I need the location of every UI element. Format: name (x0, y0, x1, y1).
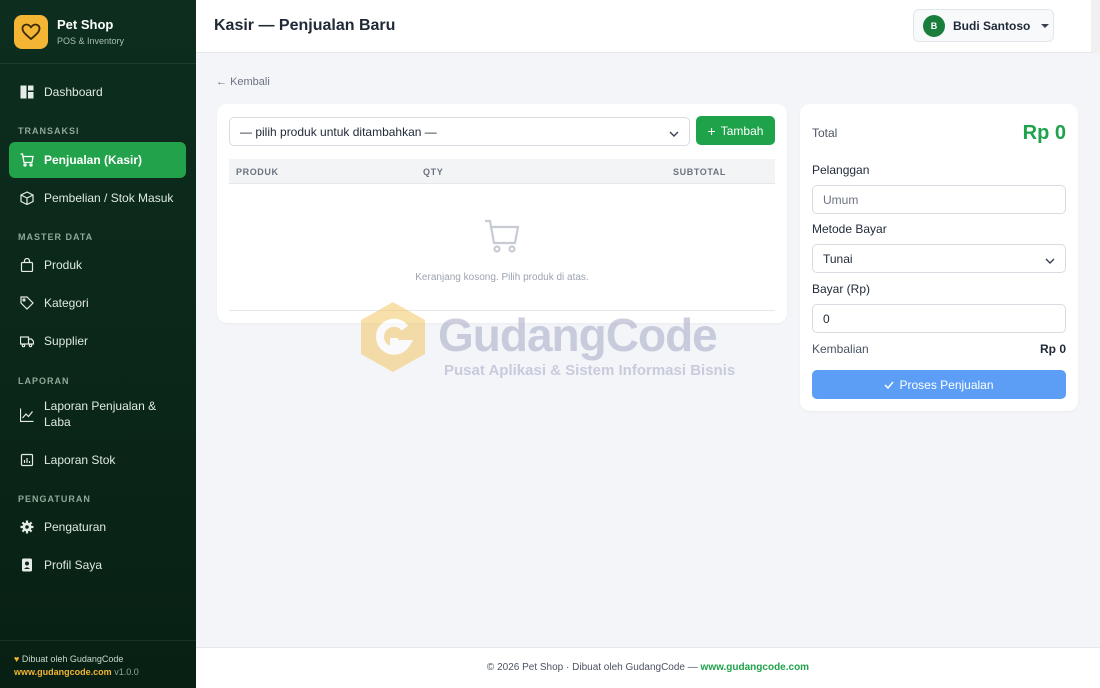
add-button[interactable]: + Tambah (696, 116, 775, 145)
sidebar-item-kategori[interactable]: Kategori (9, 289, 186, 317)
footer-site-link[interactable]: www.gudangcode.com (701, 662, 810, 673)
column-header-product: PRODUK (236, 167, 279, 177)
site-link[interactable]: www.gudangcode.com (14, 667, 112, 677)
sidebar-item-penjualan[interactable]: Penjualan (Kasir) (9, 142, 186, 178)
sidebar-item-laporan-stok[interactable]: Laporan Stok (9, 446, 186, 474)
sidebar: Pet Shop POS & Inventory Dashboard TRANS… (0, 0, 196, 688)
sidebar-item-label: Laporan Stok (44, 453, 116, 467)
sidebar-item-dashboard[interactable]: Dashboard (9, 78, 186, 106)
gear-icon (19, 519, 35, 535)
sidebar-item-label: Kategori (44, 296, 89, 310)
change-label: Kembalian (812, 342, 869, 356)
chevron-down-icon (669, 127, 679, 141)
summary-card: Total Rp 0 Pelanggan Umum Metode Bayar T… (800, 104, 1078, 411)
version-text: v1.0.0 (114, 667, 139, 677)
box-icon (19, 190, 35, 206)
page-title: Kasir — Penjualan Baru (214, 17, 396, 34)
check-icon (884, 378, 895, 392)
customer-label: Pelanggan (812, 163, 870, 177)
pay-amount-input[interactable]: 0 (812, 304, 1066, 333)
sidebar-footer: ♥ Dibuat oleh GudangCode www.gudangcode.… (0, 640, 196, 688)
process-sale-button[interactable]: Proses Penjualan (812, 370, 1066, 399)
customer-placeholder: Umum (823, 192, 859, 207)
heart-logo-icon (14, 14, 48, 49)
column-header-qty: QTY (423, 167, 444, 177)
sidebar-item-label: Profil Saya (44, 558, 103, 572)
line-chart-icon (19, 407, 35, 423)
dashboard-icon (19, 84, 35, 100)
empty-cart-icon (484, 219, 520, 258)
empty-cart-text: Keranjang kosong. Pilih produk di atas. (415, 272, 589, 283)
sidebar-item-label: Produk (44, 258, 83, 272)
user-menu-button[interactable]: B Budi Santoso (913, 9, 1054, 42)
sidebar-item-label: Supplier (44, 334, 89, 348)
sidebar-item-label: Penjualan (Kasir) (44, 153, 143, 167)
profile-icon (19, 557, 35, 573)
page-footer: © 2026 Pet Shop · Dibuat oleh GudangCode… (196, 647, 1100, 688)
topbar: Kasir — Penjualan Baru B Budi Santoso (196, 0, 1100, 53)
avatar: B (923, 14, 945, 37)
table-header: PRODUK QTY SUBTOTAL (229, 159, 775, 184)
truck-icon (19, 333, 35, 349)
section-title-pengaturan: PENGATURAN (18, 494, 91, 504)
section-title-laporan: LAPORAN (18, 376, 70, 386)
scrollbar[interactable] (1091, 0, 1100, 53)
sidebar-item-laporan-penjualan[interactable]: Laporan Penjualan & Laba (9, 398, 186, 432)
watermark-subtitle: Pusat Aplikasi & Sistem Informasi Bisnis (444, 362, 736, 379)
add-button-label: Tambah (720, 123, 764, 138)
total-label: Total (812, 126, 838, 140)
report-icon (19, 452, 35, 468)
customer-input[interactable]: Umum (812, 185, 1066, 214)
heart-icon: ♥ (14, 654, 20, 664)
tag-icon (19, 295, 35, 311)
section-title-master: MASTER DATA (18, 232, 94, 242)
back-link[interactable]: ← Kembali (216, 76, 270, 88)
sidebar-item-supplier[interactable]: Supplier (9, 327, 186, 355)
user-name: Budi Santoso (953, 18, 1031, 33)
made-by-text: Dibuat oleh GudangCode (21, 654, 124, 664)
brand-subtitle: POS & Inventory (57, 36, 125, 46)
footer-copyright: © 2026 Pet Shop · Dibuat oleh GudangCode… (486, 662, 701, 673)
column-header-subtotal: SUBTOTAL (673, 167, 726, 177)
payment-method-value: Tunai (823, 251, 853, 266)
total-value: Rp 0 (1022, 122, 1066, 144)
sidebar-item-label: Dashboard (44, 85, 103, 99)
back-label: Kembali (230, 76, 270, 88)
sidebar-item-pembelian[interactable]: Pembelian / Stok Masuk (9, 184, 186, 212)
brand-name: Pet Shop (57, 17, 114, 32)
cart-icon (19, 152, 35, 168)
plus-icon: + (707, 122, 716, 139)
empty-cart: Keranjang kosong. Pilih produk di atas. (229, 184, 775, 311)
arrow-left-icon: ← (216, 76, 227, 88)
product-select-value: — pilih produk untuk ditambahkan — (240, 124, 437, 139)
sidebar-item-label: Pengaturan (44, 520, 107, 534)
brand[interactable]: Pet Shop POS & Inventory (0, 0, 196, 64)
section-title-transaksi: TRANSAKSI (18, 126, 80, 136)
payment-method-label: Metode Bayar (812, 222, 887, 236)
sidebar-item-produk[interactable]: Produk (9, 251, 186, 279)
caret-down-icon (1041, 23, 1050, 28)
sidebar-item-label: Laporan Penjualan & (44, 399, 157, 413)
chevron-down-icon (1045, 254, 1055, 268)
change-value: Rp 0 (1039, 342, 1066, 356)
sidebar-item-label: Laba (44, 415, 71, 429)
process-sale-label: Proses Penjualan (899, 377, 994, 392)
payment-method-select[interactable]: Tunai (812, 244, 1066, 273)
product-select[interactable]: — pilih produk untuk ditambahkan — (229, 117, 690, 146)
sidebar-item-profil[interactable]: Profil Saya (9, 551, 186, 579)
pay-amount-value: 0 (823, 311, 830, 326)
sidebar-item-label: Pembelian / Stok Masuk (44, 191, 174, 205)
sidebar-item-pengaturan[interactable]: Pengaturan (9, 513, 186, 541)
bag-icon (19, 257, 35, 273)
pay-amount-label: Bayar (Rp) (812, 282, 871, 296)
cart-card: — pilih produk untuk ditambahkan — + Tam… (217, 104, 787, 323)
